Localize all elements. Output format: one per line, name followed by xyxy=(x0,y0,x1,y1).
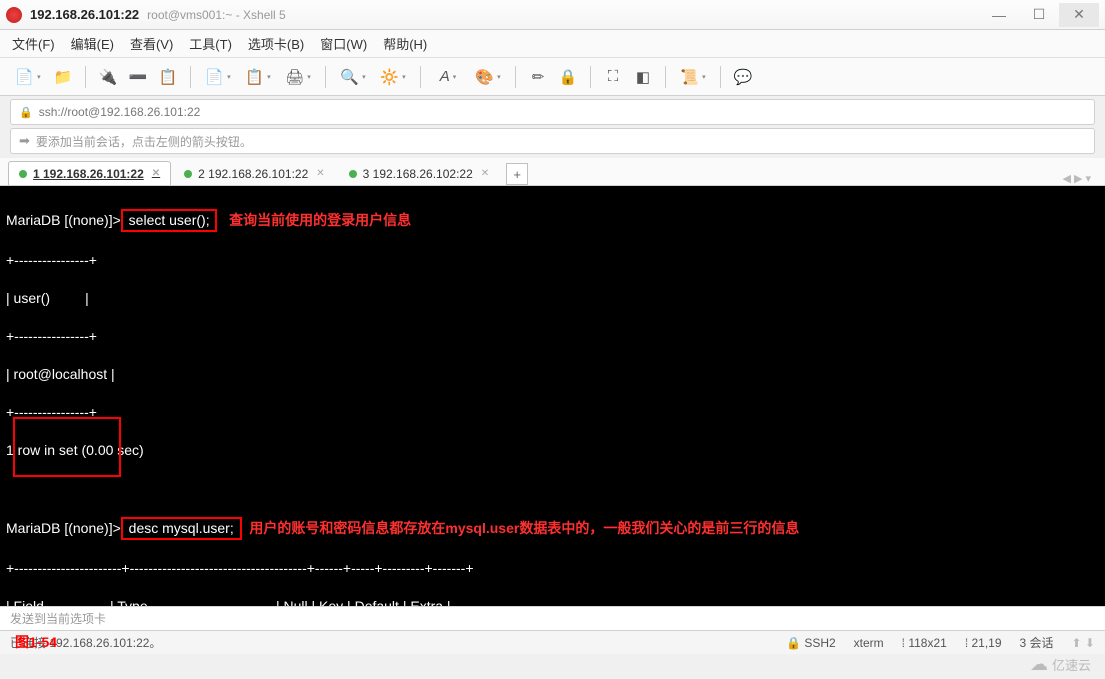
terminal-line: | root@localhost | xyxy=(6,365,1099,384)
minimize-button[interactable]: — xyxy=(979,3,1019,27)
figure-label: 图1-54 xyxy=(15,632,57,652)
session-tab-3[interactable]: 3 192.168.26.102:22 ✕ xyxy=(338,161,501,185)
toolbar-separator xyxy=(515,66,516,88)
menu-tabs[interactable]: 选项卡(B) xyxy=(248,34,304,53)
add-tab-button[interactable]: + xyxy=(506,163,528,185)
terminal-line: 1 row in set (0.00 sec) xyxy=(6,441,1099,460)
status-sessions: 3 会话 xyxy=(1020,634,1054,651)
address-bar[interactable]: 🔒 ssh://root@192.168.26.101:22 xyxy=(10,99,1095,125)
tab-label: 1 192.168.26.101:22 xyxy=(33,167,144,181)
toolbar-separator xyxy=(665,66,666,88)
tab-close-icon[interactable]: ✕ xyxy=(316,168,324,179)
highlight-button[interactable]: 🔆 xyxy=(375,64,411,90)
new-session-button[interactable]: 📄 xyxy=(10,64,46,90)
terminal-line: | user() | xyxy=(6,289,1099,308)
status-arrows[interactable]: ⬆ ⬇ xyxy=(1072,636,1095,650)
compose-button[interactable]: ✏ xyxy=(525,64,551,90)
toolbar-separator xyxy=(85,66,86,88)
maximize-button[interactable]: ☐ xyxy=(1019,3,1059,27)
status-dot-icon xyxy=(349,170,357,178)
session-tab-1[interactable]: 1 192.168.26.101:22 ✕ xyxy=(8,161,171,185)
status-dot-icon xyxy=(19,170,27,178)
arrow-icon[interactable]: ➡ xyxy=(19,133,30,149)
command-highlight: desc mysql.user; xyxy=(121,517,242,540)
lock-button[interactable]: 🔒 xyxy=(555,64,581,90)
session-tabs: 1 192.168.26.101:22 ✕ 2 192.168.26.101:2… xyxy=(0,158,1105,186)
cloud-icon: ☁ xyxy=(1030,654,1048,675)
status-size: ⁞ 118x21 xyxy=(902,636,947,650)
input-hint-text: 发送到当前选项卡 xyxy=(10,610,106,627)
color-button[interactable]: 🎨 xyxy=(470,64,506,90)
properties-button[interactable]: 📋 xyxy=(155,64,181,90)
fields-highlight-box xyxy=(13,417,121,477)
terminal-line: +----------------+ xyxy=(6,327,1099,346)
window-controls: — ☐ ✕ xyxy=(979,3,1099,27)
open-button[interactable]: 📁 xyxy=(50,64,76,90)
menu-view[interactable]: 查看(V) xyxy=(130,34,173,53)
terminal-line: +----------------+ xyxy=(6,403,1099,422)
menu-window[interactable]: 窗口(W) xyxy=(320,34,367,53)
window-title: 192.168.26.101:22 xyxy=(30,7,139,22)
menu-help[interactable]: 帮助(H) xyxy=(383,34,427,53)
session-tab-2[interactable]: 2 192.168.26.101:22 ✕ xyxy=(173,161,336,185)
watermark: ☁ 亿速云 xyxy=(1030,654,1091,675)
font-button[interactable]: A xyxy=(430,64,466,90)
status-bar: 已连接 192.168.26.101:22。 🔒 SSH2 xterm ⁞ 11… xyxy=(0,630,1105,654)
hint-text: 要添加当前会话，点击左侧的箭头按钮。 xyxy=(36,133,252,150)
hint-bar: ➡ 要添加当前会话，点击左侧的箭头按钮。 xyxy=(10,128,1095,154)
input-hint-bar[interactable]: 发送到当前选项卡 xyxy=(0,606,1105,630)
tab-close-icon[interactable]: ✕ xyxy=(481,168,489,179)
terminal-line: +----------------+ xyxy=(6,251,1099,270)
disconnect-button[interactable]: ➖ xyxy=(125,64,151,90)
status-cursor: ⁞ 21,19 xyxy=(965,636,1002,650)
toolbar-separator xyxy=(420,66,421,88)
fullscreen-button[interactable]: ⛶ xyxy=(600,64,626,90)
menu-file[interactable]: 文件(F) xyxy=(12,34,55,53)
copy-button[interactable]: 📄 xyxy=(200,64,236,90)
tab-label: 3 192.168.26.102:22 xyxy=(363,167,473,181)
lock-icon: 🔒 xyxy=(19,106,33,119)
terminal[interactable]: MariaDB [(none)]> select user(); 查询当前使用的… xyxy=(0,186,1105,606)
forum-button[interactable]: 💬 xyxy=(730,64,756,90)
status-protocol: 🔒 SSH2 xyxy=(786,636,836,650)
tab-nav[interactable]: ◀ ▶ ▾ xyxy=(1056,172,1097,185)
menu-tools[interactable]: 工具(T) xyxy=(189,34,232,53)
toolbar-separator xyxy=(720,66,721,88)
terminal-line: | Field | Type | Null | Key | Default | … xyxy=(6,597,1099,606)
status-connection: 已连接 192.168.26.101:22。 xyxy=(10,634,768,651)
watermark-text: 亿速云 xyxy=(1052,655,1091,674)
find-button[interactable]: 🔍 xyxy=(335,64,371,90)
tab-close-icon[interactable]: ✕ xyxy=(152,168,160,179)
menu-bar: 文件(F) 编辑(E) 查看(V) 工具(T) 选项卡(B) 窗口(W) 帮助(… xyxy=(0,30,1105,58)
annotation: 查询当前使用的登录用户信息 xyxy=(229,212,411,228)
print-button[interactable]: 🖨 xyxy=(280,64,316,90)
terminal-line: MariaDB [(none)]> desc mysql.user; 用户的账号… xyxy=(6,517,1099,540)
command-highlight: select user(); xyxy=(121,209,218,232)
toolbar-separator xyxy=(590,66,591,88)
close-button[interactable]: ✕ xyxy=(1059,3,1099,27)
toolbar: 📄 📁 🔌 ➖ 📋 📄 📋 🖨 🔍 🔆 A 🎨 ✏ 🔒 ⛶ ◧ 📜 💬 xyxy=(0,58,1105,96)
terminal-line: +-----------------------+---------------… xyxy=(6,559,1099,578)
paste-button[interactable]: 📋 xyxy=(240,64,276,90)
tab-label: 2 192.168.26.101:22 xyxy=(198,167,308,181)
annotation: 用户的账号和密码信息都存放在mysql.user数据表中的，一般我们关心的是前三… xyxy=(249,520,799,536)
menu-edit[interactable]: 编辑(E) xyxy=(71,34,114,53)
window-subtitle: root@vms001:~ - Xshell 5 xyxy=(147,8,286,22)
app-icon xyxy=(6,7,22,23)
reconnect-button[interactable]: 🔌 xyxy=(95,64,121,90)
status-term: xterm xyxy=(854,636,884,650)
transparent-button[interactable]: ◧ xyxy=(630,64,656,90)
address-text: ssh://root@192.168.26.101:22 xyxy=(39,105,201,119)
status-dot-icon xyxy=(184,170,192,178)
terminal-line xyxy=(6,479,1099,498)
toolbar-separator xyxy=(190,66,191,88)
title-bar: 192.168.26.101:22 root@vms001:~ - Xshell… xyxy=(0,0,1105,30)
toolbar-separator xyxy=(325,66,326,88)
script-button[interactable]: 📜 xyxy=(675,64,711,90)
terminal-line: MariaDB [(none)]> select user(); 查询当前使用的… xyxy=(6,209,1099,232)
